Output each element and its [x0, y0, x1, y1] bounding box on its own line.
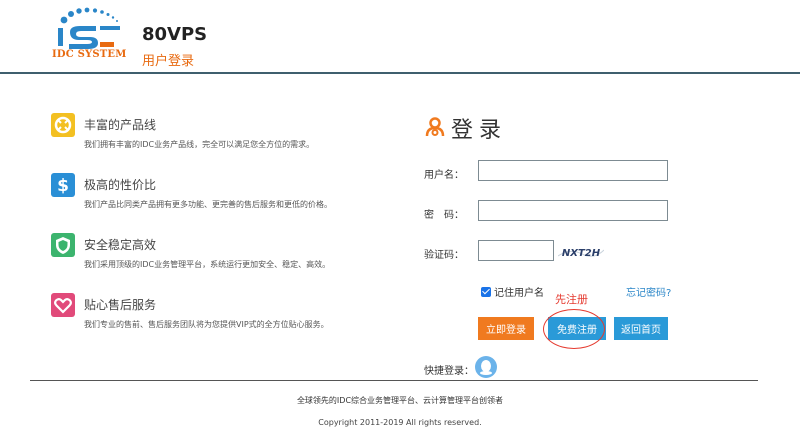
user-icon: [425, 117, 445, 137]
site-title: 80VPS: [142, 24, 208, 45]
footer-tagline: 全球领先的IDC综合业务管理平台、云计算管理平台创领者: [296, 396, 504, 405]
password-label: 密 码：: [424, 210, 464, 221]
remember-label: 记住用户名: [494, 288, 544, 299]
svg-text:$: $: [57, 176, 69, 196]
shield-icon: [51, 233, 75, 257]
feature-title: 极高的性价比: [84, 178, 157, 192]
username-label: 用户名：: [424, 170, 464, 181]
logo-text: IDC SYSTEM: [52, 49, 127, 60]
captcha-text: NXT2H: [562, 248, 601, 259]
feature-desc: 我们产品比同类产品拥有更多功能、更完善的售后服务和更低的价格。: [84, 200, 332, 209]
login-button[interactable]: 立即登录: [478, 317, 534, 340]
feature-title: 安全稳定高效: [84, 238, 157, 252]
remember-username-checkbox[interactable]: 记住用户名: [481, 284, 544, 299]
feature-desc: 我们专业的售前、售后服务团队将为您提供VIP式的全方位贴心服务。: [84, 320, 329, 329]
captcha-input[interactable]: [478, 240, 554, 261]
username-input[interactable]: [478, 160, 668, 181]
password-input[interactable]: [478, 200, 668, 221]
register-annotation: 先注册: [555, 293, 588, 306]
captcha-image[interactable]: NXT2H: [558, 242, 604, 262]
quick-login-label: 快捷登录：: [424, 366, 474, 377]
feature-title: 贴心售后服务: [84, 298, 157, 312]
lifebuoy-icon: [51, 113, 75, 137]
feature-desc: 我们采用顶级的IDC业务管理平台，系统运行更加安全、稳定、高效。: [84, 260, 331, 269]
annotation-circle: [543, 309, 605, 349]
login-title: 登录: [451, 118, 508, 143]
back-home-button[interactable]: 返回首页: [614, 317, 668, 340]
checkbox-checked-icon[interactable]: [481, 286, 491, 297]
feature-desc: 我们拥有丰富的IDC业务产品线，完全可以满足您全方位的需求。: [84, 140, 315, 149]
page-subtitle: 用户登录: [142, 54, 195, 69]
feature-title: 丰富的产品线: [84, 118, 157, 132]
footer-divider: [30, 380, 758, 381]
page-header: IDC SYSTEM 80VPS 用户登录: [0, 0, 800, 74]
footer-copyright: Copyright 2011-2019 All rights reserved.: [318, 418, 482, 427]
dollar-icon: $: [51, 173, 75, 197]
heart-icon: [51, 293, 75, 317]
captcha-label: 验证码：: [424, 250, 464, 261]
qq-login-icon[interactable]: [475, 356, 497, 378]
forgot-password-link[interactable]: 忘记密码?: [626, 284, 671, 299]
